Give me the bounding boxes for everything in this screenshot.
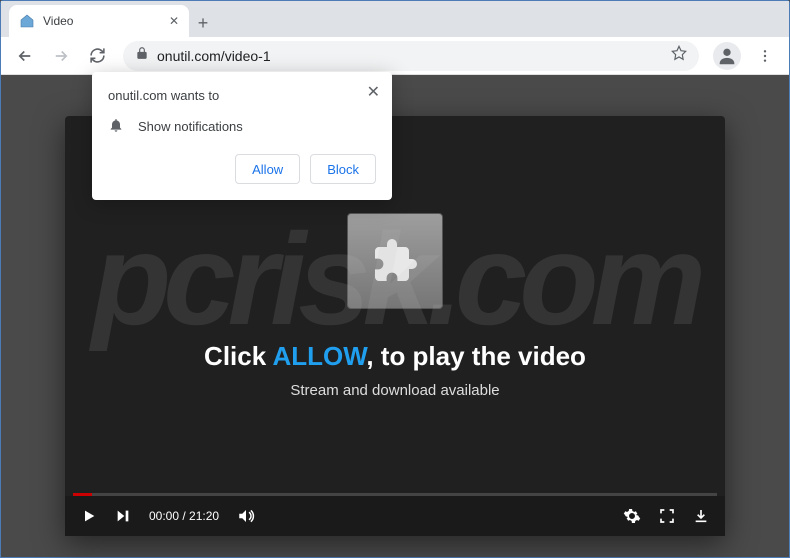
volume-button[interactable]	[237, 507, 255, 525]
time-display: 00:00 / 21:20	[149, 509, 219, 523]
notification-close-icon[interactable]: ✕	[367, 82, 380, 102]
profile-avatar[interactable]	[713, 42, 741, 70]
bell-icon	[108, 117, 124, 136]
notification-prompt: ✕ onutil.com wants to Show notifications…	[92, 72, 392, 200]
main-message: Click ALLOW, to play the video	[204, 341, 586, 372]
new-tab-button[interactable]: +	[189, 9, 217, 37]
block-button[interactable]: Block	[310, 154, 376, 184]
notification-title: onutil.com wants to	[108, 88, 376, 103]
fullscreen-button[interactable]	[659, 508, 675, 524]
forward-button[interactable]	[45, 40, 77, 72]
download-button[interactable]	[693, 508, 709, 524]
main-suffix: to play the video	[374, 341, 586, 371]
tab-close-icon[interactable]: ✕	[169, 14, 179, 28]
lock-icon	[135, 46, 149, 65]
video-controls: 00:00 / 21:20	[65, 496, 725, 536]
bookmark-star-icon[interactable]	[671, 45, 687, 66]
back-button[interactable]	[9, 40, 41, 72]
tab-video[interactable]: Video ✕	[9, 5, 189, 37]
tab-strip: Video ✕ +	[1, 1, 789, 37]
browser-toolbar: onutil.com/video-1	[1, 37, 789, 75]
main-prefix: Click	[204, 341, 272, 371]
play-button[interactable]	[81, 508, 97, 524]
plugin-placeholder	[347, 213, 443, 309]
tab-favicon-icon	[19, 13, 35, 29]
next-button[interactable]	[115, 508, 131, 524]
progress-bar[interactable]	[73, 493, 717, 496]
settings-button[interactable]	[623, 507, 641, 525]
url-text: onutil.com/video-1	[157, 48, 271, 64]
address-bar[interactable]: onutil.com/video-1	[123, 41, 699, 71]
main-highlight: ALLOW	[272, 341, 366, 371]
sub-message: Stream and download available	[290, 382, 499, 399]
menu-button[interactable]	[749, 40, 781, 72]
tab-title: Video	[43, 14, 73, 28]
allow-button[interactable]: Allow	[235, 154, 300, 184]
notification-body: Show notifications	[138, 119, 243, 134]
reload-button[interactable]	[81, 40, 113, 72]
main-comma: ,	[366, 341, 373, 371]
